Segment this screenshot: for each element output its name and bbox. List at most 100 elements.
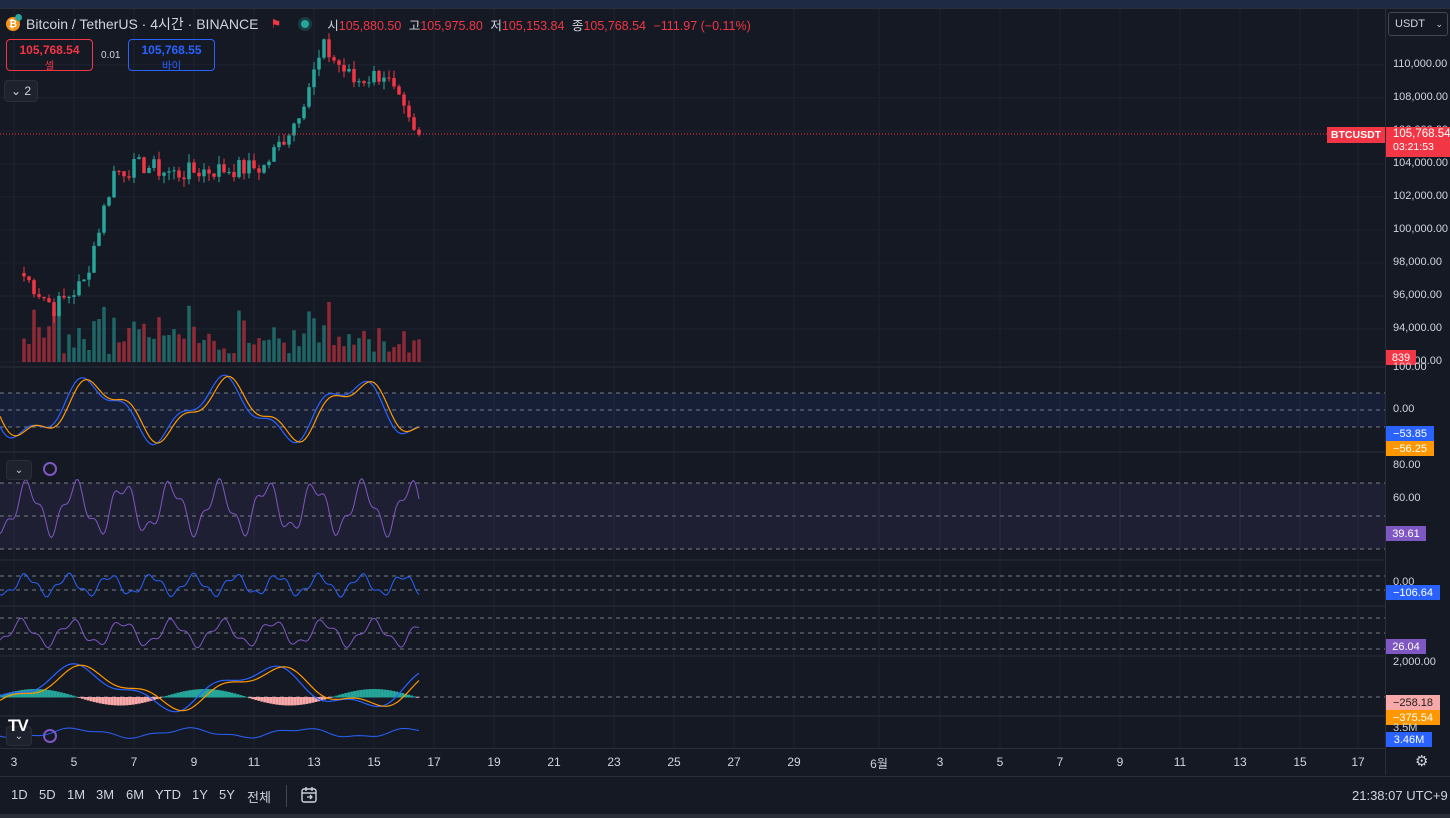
volume-bar [402, 331, 406, 362]
pane-collapse-button[interactable]: ⌄ [6, 460, 32, 480]
tradingview-logo-icon[interactable]: TV [8, 716, 29, 736]
macd-histogram-bar [65, 693, 69, 698]
candle-body [117, 170, 121, 172]
time-axis[interactable]: 3 5 7 9 11 13 15 17 19 21 23 25 27 29 6월 3 5 7 9 11 13 15 17 [0, 748, 1385, 776]
candle-body [332, 57, 336, 61]
macd-histogram-bar [248, 697, 252, 699]
candle-body [322, 39, 326, 58]
range-button-3M[interactable]: 3M [96, 787, 114, 802]
indicators-collapse-button[interactable]: ⌄ 2 [4, 80, 38, 102]
candle-body [122, 171, 126, 177]
macd-histogram-bar [245, 696, 249, 698]
volume-bar [227, 353, 231, 362]
macd-histogram-bar [146, 697, 150, 702]
price-axis-label: 98,000.00 [1393, 255, 1442, 268]
settings-gear-icon[interactable]: ⚙ [1415, 752, 1433, 770]
range-button-1Y[interactable]: 1Y [192, 787, 208, 802]
time-axis-label: 11 [1173, 755, 1187, 769]
range-button-5D[interactable]: 5D [39, 787, 56, 802]
macd-histogram-bar [257, 697, 261, 701]
macd-histogram-bar [224, 691, 228, 698]
macd-histogram-bar [191, 689, 195, 698]
candle-body [92, 245, 96, 273]
range-button-6M[interactable]: 6M [126, 787, 144, 802]
volume-bar [137, 329, 141, 362]
sell-label: 셀 [44, 60, 55, 72]
macd-histogram-bar [212, 689, 216, 698]
symbol-title[interactable]: Bitcoin / TetherUS · 4시간 · BINANCE [26, 14, 258, 34]
macd-histogram-bar [416, 697, 420, 698]
range-button-5Y[interactable]: 5Y [219, 787, 235, 802]
time-axis-label: 17 [427, 755, 441, 769]
volume-bar [62, 353, 66, 362]
trading-app: ₿ Bitcoin / TetherUS · 4시간 · BINANCE ⚑ 시… [0, 0, 1450, 818]
macd-histogram-bar [410, 695, 414, 698]
volume-bar [142, 323, 146, 362]
macd-histogram-bar [413, 696, 417, 698]
clock-timezone[interactable]: 21:38:07 UTC+9 [1352, 788, 1448, 803]
refresh-icon-2[interactable] [43, 729, 57, 743]
macd-histogram-bar [77, 697, 81, 698]
candle-body [407, 105, 411, 118]
macd-signal-line [0, 664, 420, 712]
volume-bar [247, 342, 251, 362]
candle-body [52, 302, 56, 316]
obv-line [0, 727, 420, 739]
volume-bar [172, 329, 176, 362]
candle-body [277, 141, 281, 148]
flag-icon[interactable]: ⚑ [270, 17, 281, 31]
chevron-down-icon-3: ⌄ [1435, 18, 1443, 29]
volume-bar [272, 327, 276, 362]
change-value: −111.97 (−0.11%) [653, 18, 751, 33]
macd-histogram-bar [236, 694, 240, 698]
stoch-top-label: 100.00 [1393, 361, 1427, 373]
chart-canvas[interactable] [0, 9, 1450, 775]
volume-bar [217, 349, 221, 362]
currency-select[interactable]: USDT ⌄ [1388, 12, 1448, 36]
volume-bar [287, 353, 291, 362]
volume-bar [352, 344, 356, 362]
buy-button[interactable]: 105,768.55 바이 [128, 39, 215, 72]
volume-bar [337, 336, 341, 362]
indicator4-tag: 26.04 [1386, 639, 1426, 654]
macd-histogram-bar [227, 691, 231, 698]
macd-histogram-bar [164, 695, 168, 698]
volume-bar [202, 339, 206, 362]
goto-date-icon[interactable] [300, 786, 318, 804]
candle-body [197, 172, 201, 177]
volume-bar [27, 343, 31, 362]
macd-histogram-bar [353, 691, 357, 698]
volume-bar [187, 305, 191, 362]
symbol-legend[interactable]: ₿ Bitcoin / TetherUS · 4시간 · BINANCE ⚑ 시… [6, 14, 755, 34]
volume-bar [317, 342, 321, 362]
volume-bar [327, 301, 331, 362]
volume-bar [237, 310, 241, 362]
range-button-1M[interactable]: 1M [67, 787, 85, 802]
range-button-전체[interactable]: 전체 [247, 787, 271, 806]
candle-body [257, 168, 261, 173]
candle-body [202, 169, 206, 177]
chart-area[interactable] [0, 9, 1450, 775]
macd-histogram-bar [329, 697, 333, 698]
volume-bar [262, 340, 266, 362]
volume-bar [407, 352, 411, 362]
refresh-icon[interactable] [43, 462, 57, 476]
volume-bar [377, 328, 381, 362]
range-button-1D[interactable]: 1D [11, 787, 28, 802]
macd-histogram-bar [134, 697, 138, 705]
volume-bar [282, 342, 286, 362]
volume-bar [312, 318, 316, 362]
macd-histogram-bar [38, 689, 42, 698]
macd-histogram-bar [140, 697, 144, 704]
range-button-YTD[interactable]: YTD [155, 787, 181, 802]
time-axis-label: 25 [667, 755, 681, 769]
macd-histogram-bar [383, 689, 387, 698]
macd-histogram-bar [278, 697, 282, 705]
price-axis-label: 96,000.00 [1393, 288, 1442, 301]
sell-button[interactable]: 105,768.54 셀 [6, 39, 93, 72]
volume-bar [162, 335, 166, 362]
macd-histogram-bar [239, 695, 243, 698]
candle-body [222, 164, 226, 173]
macd-histogram-bar [359, 689, 363, 698]
chevron-down-icon: ⌄ [14, 464, 24, 476]
